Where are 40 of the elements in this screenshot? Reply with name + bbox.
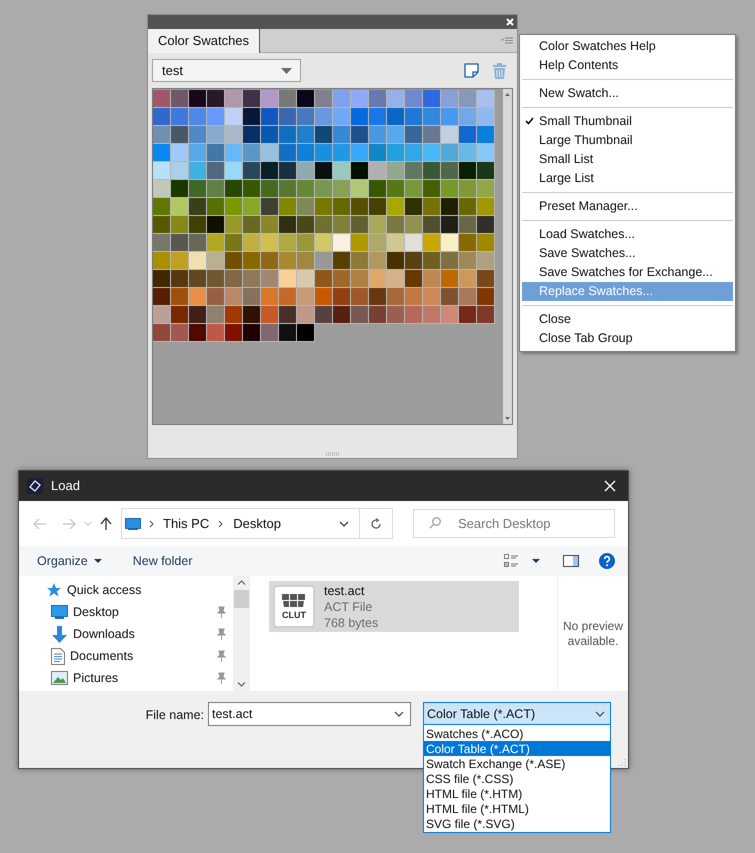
file-name-field[interactable]: test.act bbox=[208, 702, 411, 726]
search-field[interactable]: Search Desktop bbox=[413, 509, 615, 538]
menu-item[interactable]: Load Swatches... bbox=[522, 225, 733, 244]
nav-item[interactable]: Pictures bbox=[19, 667, 233, 689]
file-type-option[interactable]: CSS file (*.CSS) bbox=[424, 771, 610, 786]
nav-item[interactable]: Documents bbox=[19, 645, 233, 667]
file-type-option[interactable]: HTML file (*.HTML) bbox=[424, 801, 610, 816]
file-type-option[interactable]: Color Table (*.ACT) bbox=[424, 741, 610, 756]
menu-item[interactable]: Large List bbox=[522, 169, 733, 188]
organize-button[interactable]: Organize bbox=[37, 552, 102, 570]
dialog-title: Load bbox=[51, 477, 80, 496]
file-icon: CLUT bbox=[273, 585, 315, 628]
menu-item[interactable]: Close Tab Group bbox=[522, 329, 733, 348]
file-type-option[interactable]: SVG file (*.SVG) bbox=[424, 816, 610, 831]
breadcrumb[interactable]: This PC bbox=[163, 514, 210, 534]
menu-item[interactable]: Large Thumbnail bbox=[522, 131, 733, 150]
set-dropdown[interactable]: test bbox=[152, 59, 301, 82]
nav-item[interactable]: Desktop bbox=[19, 601, 233, 623]
menu-item[interactable]: Help Contents bbox=[522, 56, 733, 75]
file-type-option[interactable]: HTML file (*.HTM) bbox=[424, 786, 610, 801]
panel-tab[interactable]: Color Swatches bbox=[148, 29, 260, 53]
menu-item[interactable]: New Swatch... bbox=[522, 84, 733, 103]
file-type-option[interactable]: Swatches (*.ACO) bbox=[424, 726, 610, 741]
nav-item[interactable]: Downloads bbox=[19, 623, 233, 645]
menu-item[interactable]: Save Swatches for Exchange... bbox=[522, 263, 733, 282]
menu-item[interactable]: Save Swatches... bbox=[522, 244, 733, 263]
preview-message: No preview available. bbox=[562, 618, 624, 648]
nav-item[interactable]: Quick access bbox=[19, 579, 233, 601]
file-type-option[interactable]: Swatch Exchange (*.ASE) bbox=[424, 756, 610, 771]
menu-item[interactable]: Preset Manager... bbox=[522, 197, 733, 216]
address-bar[interactable]: This PC Desktop bbox=[121, 508, 393, 539]
file-item[interactable]: CLUT test.act ACT File 768 bytes bbox=[269, 581, 519, 632]
menu-item[interactable]: Small Thumbnail bbox=[522, 112, 733, 131]
breadcrumb[interactable]: Desktop bbox=[233, 514, 281, 534]
file-name-label: File name: bbox=[146, 707, 204, 724]
menu-item[interactable]: Small List bbox=[522, 150, 733, 169]
menu-item[interactable]: Close bbox=[522, 310, 733, 329]
menu-item[interactable]: Color Swatches Help bbox=[522, 37, 733, 56]
new-folder-button[interactable]: New folder bbox=[132, 552, 192, 570]
file-type-dropdown[interactable]: Color Table (*.ACT) bbox=[423, 702, 611, 726]
